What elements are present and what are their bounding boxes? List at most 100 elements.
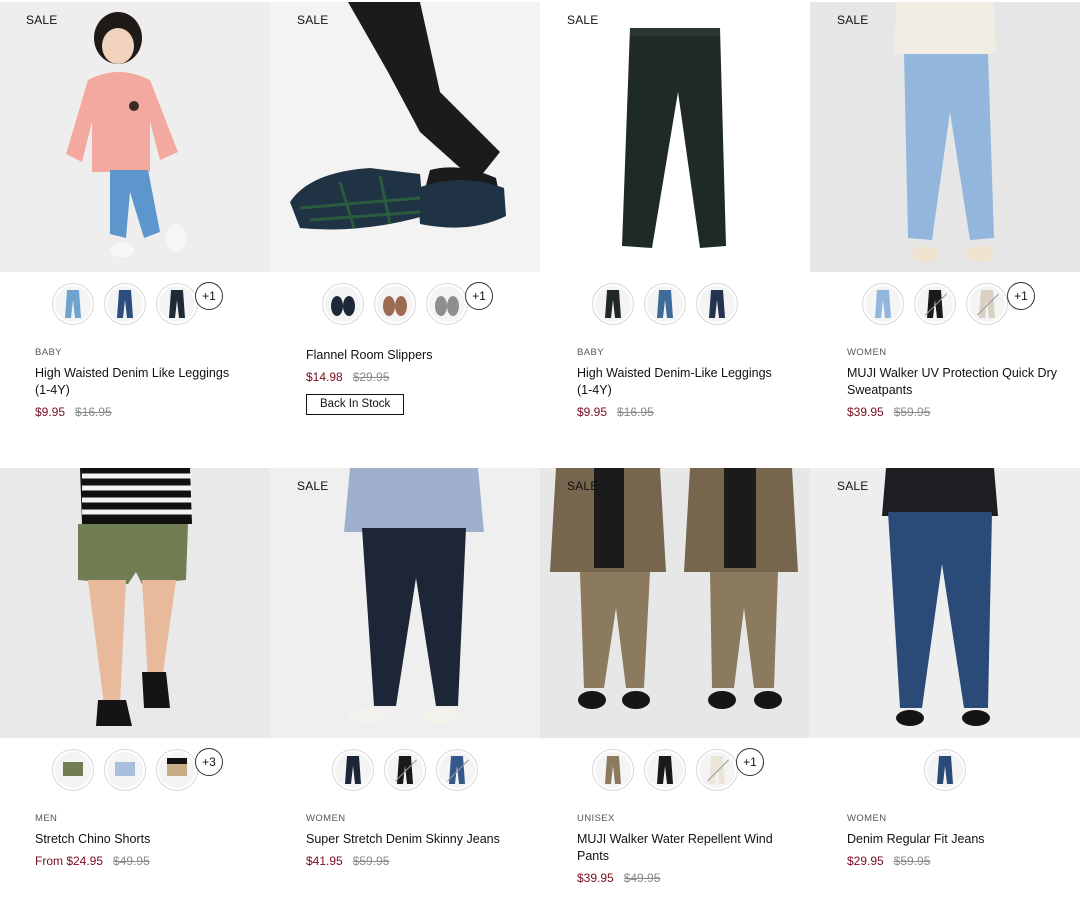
- original-price: $49.95: [623, 871, 661, 885]
- color-swatches: [810, 746, 1080, 794]
- original-price: $59.95: [893, 405, 931, 419]
- sale-price: $39.95: [577, 871, 614, 885]
- more-colors-button[interactable]: +3: [195, 748, 223, 776]
- product-category: BABY: [35, 347, 62, 358]
- color-swatch-unavailable[interactable]: [966, 283, 1008, 325]
- color-swatch-unavailable[interactable]: [696, 749, 738, 791]
- color-swatch[interactable]: [644, 749, 686, 791]
- product-card: SALE WOMEN Denim Regular Fit Jeans $29.9…: [810, 468, 1080, 916]
- product-image[interactable]: SALE: [0, 2, 270, 272]
- sale-badge: SALE: [837, 479, 869, 493]
- product-name[interactable]: Denim Regular Fit Jeans: [847, 831, 1057, 848]
- product-name[interactable]: MUJI Walker Water Repellent Wind Pants: [577, 831, 787, 865]
- product-name[interactable]: Stretch Chino Shorts: [35, 831, 245, 848]
- product-category: WOMEN: [847, 347, 887, 358]
- sale-price: $9.95: [35, 405, 66, 419]
- color-swatch[interactable]: [156, 283, 198, 325]
- color-swatches: [540, 746, 810, 794]
- color-swatch[interactable]: [104, 283, 146, 325]
- original-price: $49.95: [113, 854, 150, 868]
- color-swatch[interactable]: [322, 283, 364, 325]
- more-colors-button[interactable]: +1: [1007, 282, 1035, 310]
- sale-price: $39.95: [847, 405, 884, 419]
- original-price: $29.95: [352, 370, 390, 384]
- product-photo: [540, 468, 810, 738]
- sale-badge: SALE: [567, 479, 599, 493]
- product-photo: [270, 468, 540, 738]
- color-swatch[interactable]: [52, 283, 94, 325]
- product-prices: $14.98 $29.95: [306, 370, 389, 384]
- product-photo: [810, 2, 1080, 272]
- color-swatch[interactable]: [426, 283, 468, 325]
- product-name[interactable]: Super Stretch Denim Skinny Jeans: [306, 831, 516, 848]
- product-card: SALE +1 UNISEX MUJI Walker Water Repelle…: [540, 468, 811, 916]
- color-swatch[interactable]: [696, 283, 738, 325]
- product-name[interactable]: MUJI Walker UV Protection Quick Dry Swea…: [847, 365, 1057, 399]
- more-colors-button[interactable]: +1: [465, 282, 493, 310]
- product-card: SALE WOMEN Super Stretch Denim Skinny Je…: [270, 468, 541, 916]
- color-swatches: [0, 746, 270, 794]
- product-category: BABY: [577, 347, 604, 358]
- product-photo: [0, 2, 270, 272]
- product-prices: $39.95 $59.95: [847, 405, 930, 419]
- product-photo: [540, 2, 810, 272]
- product-prices: $41.95 $59.95: [306, 854, 389, 868]
- product-image[interactable]: SALE: [540, 468, 810, 738]
- product-card: SALE BABY High Waisted Denim-Like Leggin…: [540, 2, 811, 468]
- product-image[interactable]: SALE: [270, 468, 540, 738]
- color-swatches: [0, 280, 270, 328]
- color-swatch[interactable]: [52, 749, 94, 791]
- product-image[interactable]: SALE: [810, 468, 1080, 738]
- product-card: +3 MEN Stretch Chino Shorts From $24.95 $…: [0, 468, 271, 916]
- product-photo: [0, 468, 270, 738]
- color-swatch[interactable]: [924, 749, 966, 791]
- original-price: $59.95: [893, 854, 931, 868]
- more-colors-button[interactable]: +1: [736, 748, 764, 776]
- product-image[interactable]: SALE: [540, 2, 810, 272]
- color-swatch[interactable]: [374, 283, 416, 325]
- sale-price: $41.95: [306, 854, 343, 868]
- original-price: $59.95: [352, 854, 390, 868]
- color-swatch[interactable]: [104, 749, 146, 791]
- product-category: UNISEX: [577, 813, 615, 824]
- product-prices: $9.95 $16.95: [577, 405, 654, 419]
- color-swatch[interactable]: [156, 749, 198, 791]
- color-swatch[interactable]: [592, 283, 634, 325]
- color-swatches: [540, 280, 810, 328]
- sale-badge: SALE: [837, 13, 869, 27]
- product-name[interactable]: High Waisted Denim-Like Leggings (1-4Y): [577, 365, 787, 399]
- color-swatches: [810, 280, 1080, 328]
- color-swatch-unavailable[interactable]: [384, 749, 426, 791]
- product-category: WOMEN: [306, 813, 346, 824]
- sale-price: $29.95: [847, 854, 884, 868]
- sale-price: $14.98: [306, 370, 343, 384]
- more-colors-button[interactable]: +1: [195, 282, 223, 310]
- color-swatch-unavailable[interactable]: [436, 749, 478, 791]
- product-card: SALE +1 Flannel Room Slippers $14.98 $29.…: [270, 2, 541, 468]
- color-swatches: [270, 280, 540, 328]
- product-prices: From $24.95 $49.95: [35, 854, 150, 868]
- product-image[interactable]: SALE: [810, 2, 1080, 272]
- color-swatch[interactable]: [332, 749, 374, 791]
- sale-price: $9.95: [577, 405, 608, 419]
- product-image[interactable]: SALE: [270, 2, 540, 272]
- product-card: SALE +1 BABY High Waisted Denim Like Leg…: [0, 2, 271, 468]
- color-swatch[interactable]: [592, 749, 634, 791]
- color-swatch-unavailable[interactable]: [914, 283, 956, 325]
- product-prices: $9.95 $16.95: [35, 405, 112, 419]
- back-in-stock-button[interactable]: Back In Stock: [306, 394, 405, 415]
- product-prices: $39.95 $49.95: [577, 871, 660, 885]
- product-prices: $29.95 $59.95: [847, 854, 930, 868]
- sale-badge: SALE: [297, 13, 329, 27]
- color-swatch[interactable]: [644, 283, 686, 325]
- product-category: WOMEN: [847, 813, 887, 824]
- product-name[interactable]: High Waisted Denim Like Leggings (1-4Y): [35, 365, 245, 399]
- sale-price: From $24.95: [35, 854, 104, 868]
- color-swatch[interactable]: [862, 283, 904, 325]
- product-name[interactable]: Flannel Room Slippers: [306, 347, 516, 364]
- sale-badge: SALE: [26, 13, 58, 27]
- product-card: SALE +1 WOMEN MUJI Walker UV Protection …: [810, 2, 1080, 468]
- original-price: $16.95: [75, 405, 112, 419]
- sale-badge: SALE: [567, 13, 599, 27]
- product-image[interactable]: [0, 468, 270, 738]
